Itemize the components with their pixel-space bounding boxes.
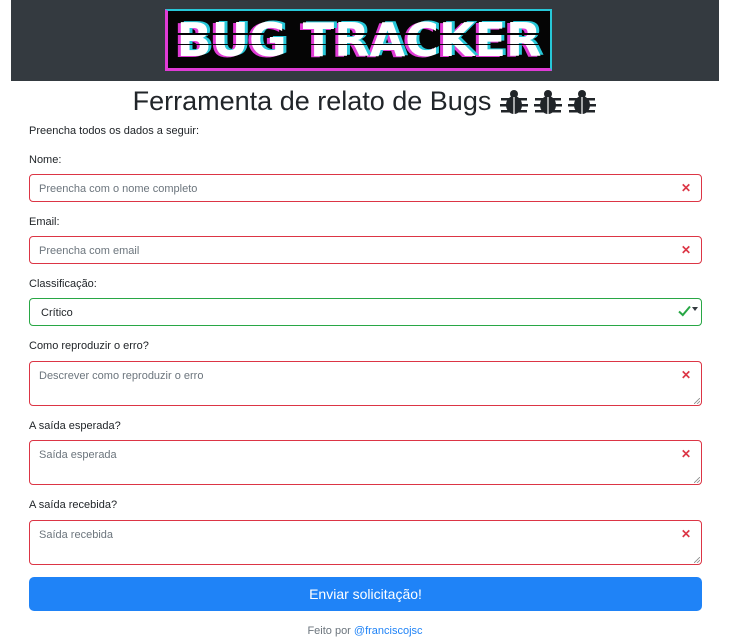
expected-placeholder: Saída esperada: [39, 449, 117, 461]
invalid-icon: ✕: [680, 447, 691, 461]
reproduce-textarea[interactable]: Descrever como reproduzir o erro ✕: [29, 361, 702, 406]
invalid-icon: ✕: [680, 527, 691, 541]
expected-label: A saída esperada?: [29, 420, 121, 432]
email-label: Email:: [29, 216, 60, 228]
email-input[interactable]: Preencha com email ✕: [29, 236, 702, 264]
bug-icons: [495, 89, 597, 123]
form-intro: Preencha todos os dados a seguir:: [29, 125, 200, 137]
received-placeholder: Saída recebida: [39, 529, 113, 541]
invalid-icon: ✕: [680, 181, 691, 195]
resize-handle-icon[interactable]: [694, 557, 700, 563]
invalid-icon: ✕: [680, 368, 691, 382]
resize-handle-icon[interactable]: [694, 398, 700, 404]
author-link[interactable]: @franciscojsc: [354, 625, 423, 637]
reproduce-label: Como reproduzir o erro?: [29, 340, 149, 352]
page-title-text: Ferramenta de relato de Bugs: [132, 86, 492, 116]
classification-label: Classificação:: [29, 278, 97, 290]
chevron-down-icon: [692, 307, 698, 311]
name-label: Nome:: [29, 154, 62, 166]
svg-text:BUG TRACKER: BUG TRACKER: [177, 13, 542, 67]
bug-icon: [500, 90, 529, 114]
submit-button[interactable]: Enviar solicitação!: [29, 577, 702, 611]
footer: Feito por @franciscojsc: [0, 624, 730, 638]
reproduce-placeholder: Descrever como reproduzir o erro: [39, 370, 204, 382]
classification-select[interactable]: Crítico: [29, 298, 702, 326]
email-placeholder: Preencha com email: [39, 245, 140, 257]
name-placeholder: Preencha com o nome completo: [39, 183, 198, 195]
expected-textarea[interactable]: Saída esperada ✕: [29, 440, 702, 485]
bug-tracker-logo: BUG TRACKER BUG TRACKER BUG TRACKER: [165, 9, 552, 71]
classification-value: Crítico: [41, 307, 73, 319]
bug-icon: [534, 90, 563, 114]
received-textarea[interactable]: Saída recebida ✕: [29, 520, 702, 565]
bug-icon: [568, 90, 597, 114]
invalid-icon: ✕: [680, 243, 691, 257]
page-title: Ferramenta de relato de Bugs: [0, 84, 730, 123]
received-label: A saída recebida?: [29, 499, 118, 511]
valid-check-icon: [678, 305, 691, 317]
footer-prefix: Feito por: [307, 625, 351, 637]
resize-handle-icon[interactable]: [694, 477, 700, 483]
name-input[interactable]: Preencha com o nome completo ✕: [29, 174, 702, 202]
